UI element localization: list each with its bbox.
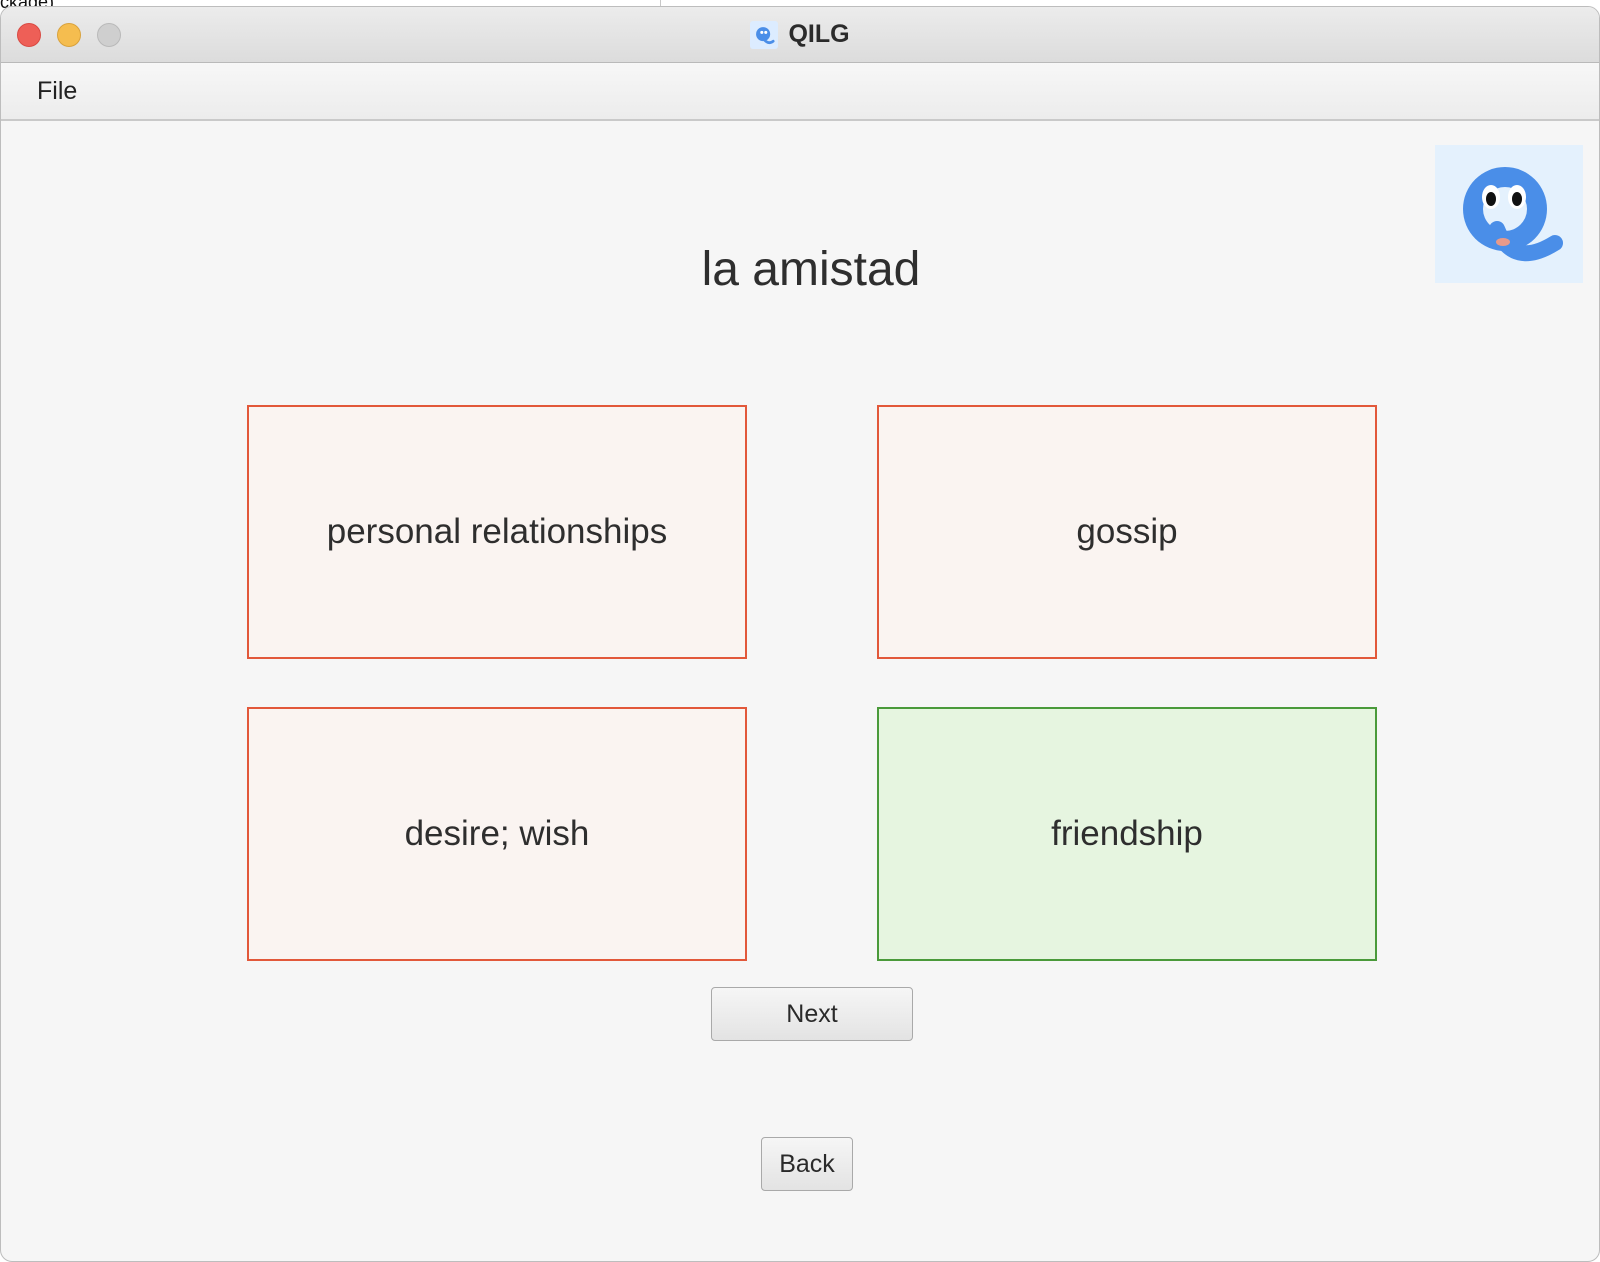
choice-1-label: personal relationships [326,512,668,551]
choice-4-correct[interactable]: friendship [877,707,1377,961]
window-title: QILG [788,20,850,48]
app-logo-icon [750,20,779,49]
menu-bar: File [1,63,1599,121]
choice-2-label: gossip [1076,512,1178,551]
back-button[interactable]: Back [761,1137,853,1191]
app-window: QILG File la amistad personal relationsh… [0,6,1600,1262]
title-bar: QILG [1,7,1599,63]
next-button[interactable]: Next [711,987,913,1041]
choice-4-label: friendship [1051,814,1203,853]
window-title-group: QILG [1,7,1599,62]
menu-file[interactable]: File [37,77,77,106]
choice-1[interactable]: personal relationships [247,405,747,659]
choice-2[interactable]: gossip [877,405,1377,659]
question-prompt: la amistad [701,243,921,296]
choice-3[interactable]: desire; wish [247,707,747,961]
choice-3-label: desire; wish [404,814,590,853]
